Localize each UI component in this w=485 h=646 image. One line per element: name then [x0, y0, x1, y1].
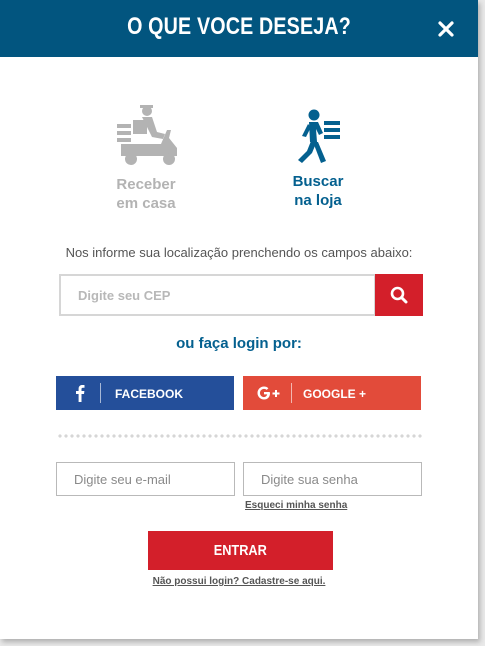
google-separator [291, 383, 292, 403]
dotted-divider [57, 434, 422, 438]
facebook-label: FACEBOOK [115, 387, 184, 401]
delivery-label-line1: Receber [116, 176, 176, 193]
password-field[interactable] [243, 462, 422, 496]
google-login-button[interactable]: GOOGLE + [243, 376, 421, 410]
delivery-label-line2: em casa [116, 195, 176, 212]
modal-title: O QUE VOCE DESEJA? [127, 13, 351, 40]
facebook-separator [100, 383, 101, 403]
pickup-label-line1: Buscar [292, 173, 344, 190]
location-modal: O QUE VOCE DESEJA? Receber em casa Busca… [0, 0, 478, 639]
close-button[interactable] [436, 19, 456, 39]
cep-search-button[interactable] [375, 274, 423, 316]
google-label: GOOGLE + [303, 387, 367, 401]
delivery-scooter-icon [117, 105, 177, 165]
option-pickup[interactable]: Buscar na loja [283, 109, 353, 210]
cep-input[interactable] [59, 274, 376, 316]
enter-label: ENTRAR [213, 542, 268, 559]
forgot-password-link[interactable]: Esqueci minha senha [245, 500, 347, 511]
pickup-label-line2: na loja [294, 192, 342, 209]
google-plus-icon [257, 386, 280, 400]
facebook-login-button[interactable]: FACEBOOK [56, 376, 234, 410]
walking-person-icon [298, 109, 340, 163]
facebook-icon [76, 385, 85, 402]
register-link[interactable]: Não possui login? Cadastre-se aqui. [0, 576, 478, 587]
enter-button[interactable]: ENTRAR [148, 531, 333, 570]
location-instruction: Nos informe sua localização prenchendo o… [65, 245, 413, 260]
modal-header: O QUE VOCE DESEJA? [0, 0, 478, 57]
search-icon [390, 286, 408, 304]
option-delivery[interactable]: Receber em casa [104, 104, 188, 213]
close-icon [438, 21, 454, 37]
or-login-label: ou faça login por: [176, 335, 302, 352]
email-field[interactable] [56, 462, 235, 496]
